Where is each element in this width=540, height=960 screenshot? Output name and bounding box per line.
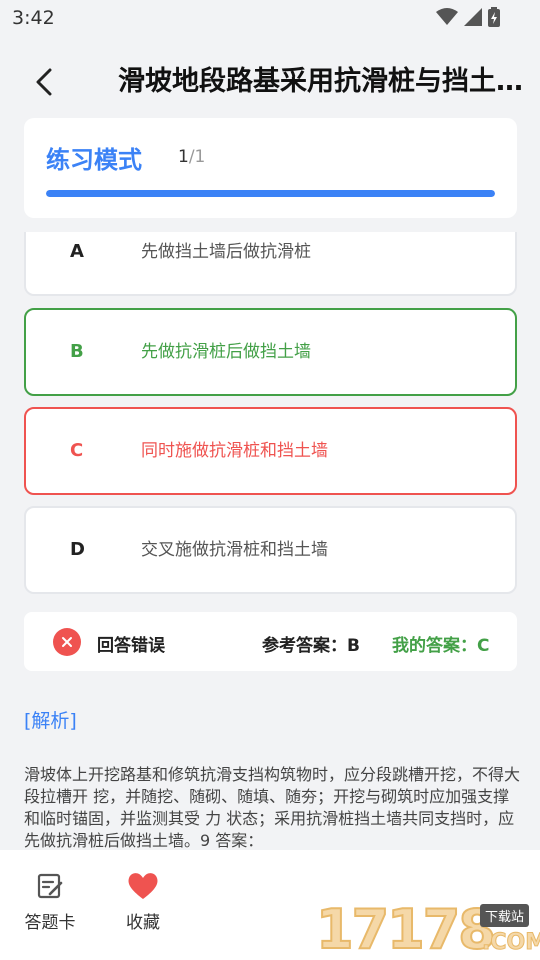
my-answer: 我的答案：C: [392, 636, 490, 656]
favorite-button[interactable]: 收藏: [108, 872, 178, 933]
current-index: 1: [178, 147, 189, 167]
status-time: 3:42: [12, 7, 55, 29]
signal-icon: [464, 8, 482, 26]
back-arrow-icon: [36, 68, 52, 96]
option-text: 同时施做抗滑桩和挡土墙: [141, 441, 328, 461]
wifi-icon: [436, 8, 458, 25]
result-label: 回答错误: [97, 636, 165, 656]
option-c[interactable]: C 同时施做抗滑桩和挡土墙: [24, 407, 517, 495]
progress-bar: [46, 190, 495, 197]
back-button[interactable]: [26, 62, 62, 102]
answer-card-button[interactable]: 答题卡: [15, 872, 85, 933]
option-letter: B: [70, 341, 84, 362]
wrong-icon: [53, 628, 81, 656]
status-bar: 3:42: [0, 0, 540, 36]
question-counter: 1/1: [178, 147, 205, 167]
watermark-badge: 下载站: [480, 904, 530, 927]
header: 滑坡地段路基采用抗滑桩与挡土墙共同支挡时，其施工顺序应为（ ）: [0, 52, 540, 112]
option-text: 先做挡土墙后做抗滑桩: [141, 242, 311, 262]
reference-answer: 参考答案：B: [262, 636, 360, 656]
watermark-com: .COM: [481, 930, 540, 956]
option-text: 交叉施做抗滑桩和挡土墙: [141, 540, 328, 560]
analysis-title: [解析]: [24, 710, 77, 732]
option-b[interactable]: B 先做抗滑桩后做挡土墙: [24, 308, 517, 396]
option-a[interactable]: A 先做挡土墙后做抗滑桩: [24, 232, 517, 296]
watermark-digits: 17178: [315, 898, 497, 960]
heart-icon: [128, 873, 158, 899]
battery-icon: [488, 7, 500, 27]
site-watermark: 17178 下载站 .COM: [315, 898, 540, 960]
option-letter: D: [70, 539, 85, 560]
option-d[interactable]: D 交叉施做抗滑桩和挡土墙: [24, 506, 517, 594]
option-letter: C: [70, 440, 84, 461]
total-count: /1: [188, 147, 206, 167]
option-text: 先做抗滑桩后做挡土墙: [141, 342, 311, 362]
result-card: 回答错误 参考答案：B 我的答案：C: [24, 612, 517, 671]
mode-title: 练习模式: [46, 146, 142, 174]
page-title: 滑坡地段路基采用抗滑桩与挡土墙共同支挡时，其施工顺序应为（ ）: [118, 66, 536, 97]
mode-card: 练习模式 1/1: [24, 118, 517, 218]
status-icons: [436, 7, 500, 27]
answer-card-icon: [37, 873, 63, 899]
favorite-label: 收藏: [126, 913, 160, 933]
option-letter: A: [70, 241, 84, 262]
options-list: A 先做挡土墙后做抗滑桩 B 先做抗滑桩后做挡土墙 C 同时施做抗滑桩和挡土墙 …: [24, 232, 517, 598]
progress-fill: [46, 190, 495, 197]
analysis-text: 滑坡体上开挖路基和修筑抗滑支挡构筑物时，应分段跳槽开挖，不得大段拉槽开 挖，并随…: [24, 765, 520, 850]
answer-card-label: 答题卡: [24, 913, 76, 933]
